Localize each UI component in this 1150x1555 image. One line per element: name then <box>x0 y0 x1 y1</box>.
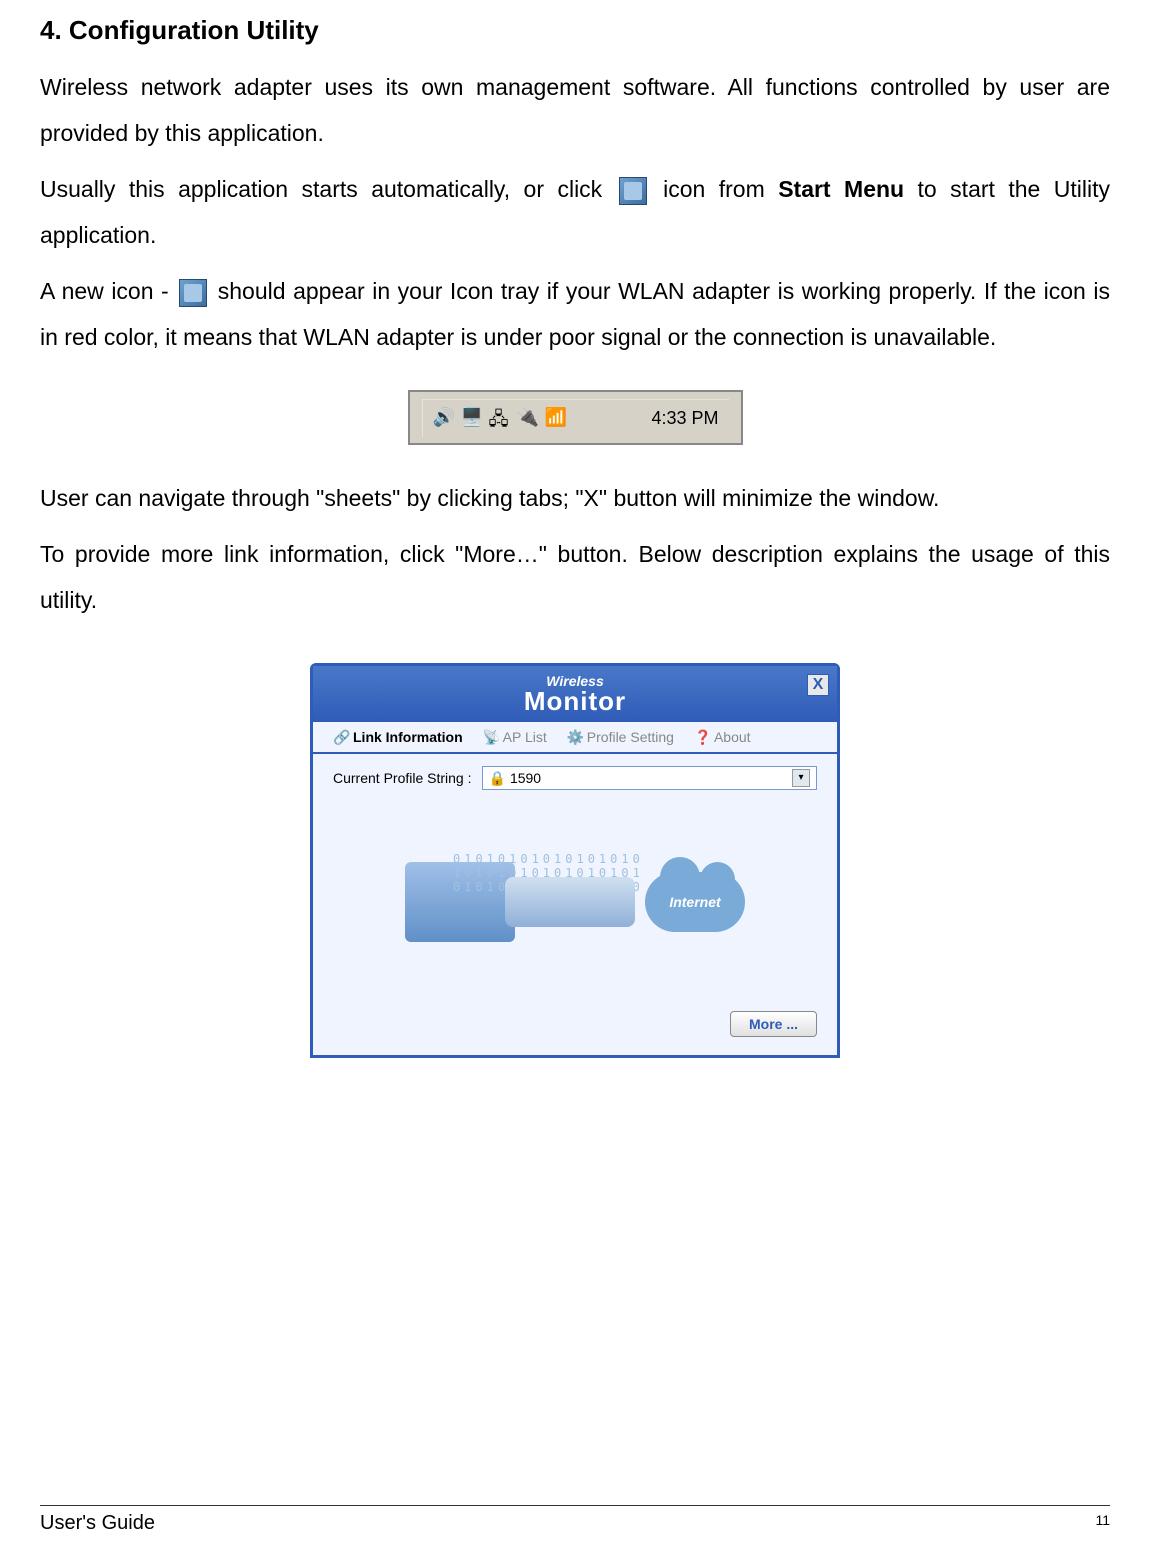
tray-clock: 4:33 PM <box>651 408 718 429</box>
system-tray: 🔊 🖥️ 🖧 🔌 📶 4:33 PM <box>408 390 743 445</box>
link-info-icon: 🔗 <box>333 729 349 745</box>
profile-icon: ⚙️ <box>567 729 583 745</box>
tab-link-information[interactable]: 🔗 Link Information <box>323 722 473 752</box>
connection-graphic: 01010101010101010 10101010101010101 0101… <box>313 802 837 1002</box>
paragraph-5: To provide more link information, click … <box>40 531 1110 623</box>
app-logo: Wireless Monitor <box>524 674 626 714</box>
tab-label-3: About <box>714 729 751 745</box>
tab-bar: 🔗 Link Information 📡 AP List ⚙️ Profile … <box>313 722 837 754</box>
tab-about[interactable]: ❓ About <box>684 722 761 752</box>
paragraph-3: A new icon - should appear in your Icon … <box>40 268 1110 360</box>
internet-label: Internet <box>669 894 720 910</box>
network-icon: 🖧 <box>489 407 511 429</box>
logo-big: Monitor <box>524 686 626 716</box>
more-button[interactable]: More ... <box>730 1011 817 1037</box>
ap-list-icon: 📡 <box>483 729 499 745</box>
about-icon: ❓ <box>694 729 710 745</box>
tab-profile-setting[interactable]: ⚙️ Profile Setting <box>557 722 684 752</box>
close-button[interactable]: X <box>807 674 829 696</box>
paragraph-4: User can navigate through "sheets" by cl… <box>40 475 1110 521</box>
utility-app-icon <box>619 177 647 205</box>
wlan-tray-icon <box>179 279 207 307</box>
wlan-icon: 📶 <box>545 407 567 429</box>
footer-guide: User's Guide <box>40 1512 155 1535</box>
paragraph-2: Usually this application starts automati… <box>40 166 1110 258</box>
profile-label: Current Profile String : <box>333 770 472 786</box>
page-footer: User's Guide 11 <box>40 1505 1110 1535</box>
paragraph-1: Wireless network adapter uses its own ma… <box>40 64 1110 156</box>
dropdown-arrow-icon: ▾ <box>792 769 810 787</box>
p2-text-a: Usually this application starts automati… <box>40 176 616 202</box>
start-menu-label: Start Menu <box>778 176 904 202</box>
profile-value: 1590 <box>510 770 541 786</box>
tab-label-1: AP List <box>503 729 547 745</box>
tab-label-0: Link Information <box>353 729 463 745</box>
tab-label-2: Profile Setting <box>587 729 674 745</box>
wireless-monitor-window: Wireless Monitor X 🔗 Link Information 📡 … <box>310 663 840 1058</box>
titlebar: Wireless Monitor X <box>313 666 837 722</box>
p3-text-a: A new icon - <box>40 278 176 304</box>
page-number: 11 <box>1095 1512 1110 1535</box>
profile-dropdown[interactable]: 🔒 1590 ▾ <box>482 766 818 790</box>
tab-ap-list[interactable]: 📡 AP List <box>473 722 557 752</box>
section-heading: 4. Configuration Utility <box>40 15 1110 46</box>
router-graphic <box>505 877 635 927</box>
device-icon: 🔌 <box>517 407 539 429</box>
lock-icon: 🔒 <box>489 770 506 787</box>
p2-text-b: icon from <box>663 176 778 202</box>
volume-icon: 🔊 <box>433 407 455 429</box>
display-icon: 🖥️ <box>461 407 483 429</box>
profile-row: Current Profile String : 🔒 1590 ▾ <box>313 754 837 802</box>
